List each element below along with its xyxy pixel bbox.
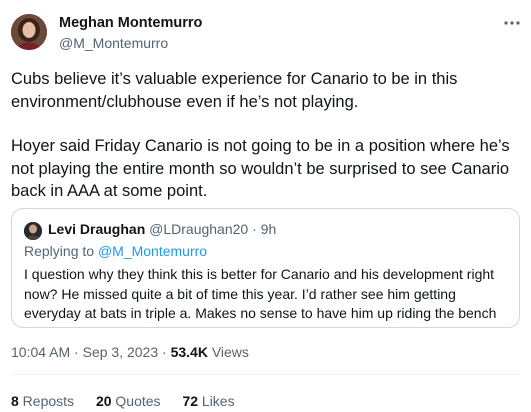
tweet-time[interactable]: 10:04 AM <box>11 344 70 360</box>
replying-prefix: Replying to <box>24 243 98 259</box>
views-count: 53.4K <box>170 344 208 360</box>
tweet-date[interactable]: Sep 3, 2023 <box>83 344 159 360</box>
tweet-text: Cubs believe it’s valuable experience fo… <box>11 68 523 203</box>
more-horizontal-icon[interactable] <box>503 14 521 32</box>
quote-header: Levi Draughan @LDraughan20 · 9h <box>48 221 276 237</box>
meta-separator: · <box>158 344 171 360</box>
reposts-label: Reposts <box>18 393 75 409</box>
quote-time: 9h <box>260 221 277 237</box>
quotes-stat[interactable]: 20 Quotes <box>96 393 161 409</box>
divider <box>11 374 520 375</box>
reposts-count: 8 <box>11 393 19 409</box>
meta-separator: · <box>70 344 83 360</box>
quoted-tweet[interactable]: Levi Draughan @LDraughan20 · 9h Replying… <box>11 208 520 328</box>
author-name[interactable]: Meghan Montemurro <box>59 15 202 31</box>
quote-separator: · <box>248 221 261 237</box>
quote-replying-to: Replying to @M_Montemurro <box>24 243 207 259</box>
tweet-card: Meghan Montemurro @M_Montemurro Cubs bel… <box>0 0 531 412</box>
reposts-stat[interactable]: 8 Reposts <box>11 393 74 409</box>
tweet-paragraph: Hoyer said Friday Canario is not going t… <box>11 137 510 200</box>
tweet-meta: 10:04 AM · Sep 3, 2023 · 53.4K Views <box>11 344 249 360</box>
likes-label: Likes <box>198 393 235 409</box>
quotes-count: 20 <box>95 393 112 409</box>
replying-to-link[interactable]: @M_Montemurro <box>98 243 207 259</box>
likes-count: 72 <box>182 393 199 409</box>
likes-stat[interactable]: 72 Likes <box>182 393 234 409</box>
quote-author-name: Levi Draughan <box>48 221 146 237</box>
quote-author-handle: @LDraughan20 <box>149 221 249 237</box>
tweet-paragraph: Cubs believe it’s valuable experience fo… <box>11 70 458 111</box>
quote-author-avatar <box>24 222 42 240</box>
views-label: Views <box>207 344 249 360</box>
engagement-stats: 8 Reposts 20 Quotes 72 Likes <box>11 393 253 409</box>
quotes-label: Quotes <box>111 393 161 409</box>
author-avatar[interactable] <box>11 14 47 50</box>
author-handle[interactable]: @M_Montemurro <box>59 35 168 51</box>
quote-text: I question why they think this is better… <box>24 266 497 321</box>
